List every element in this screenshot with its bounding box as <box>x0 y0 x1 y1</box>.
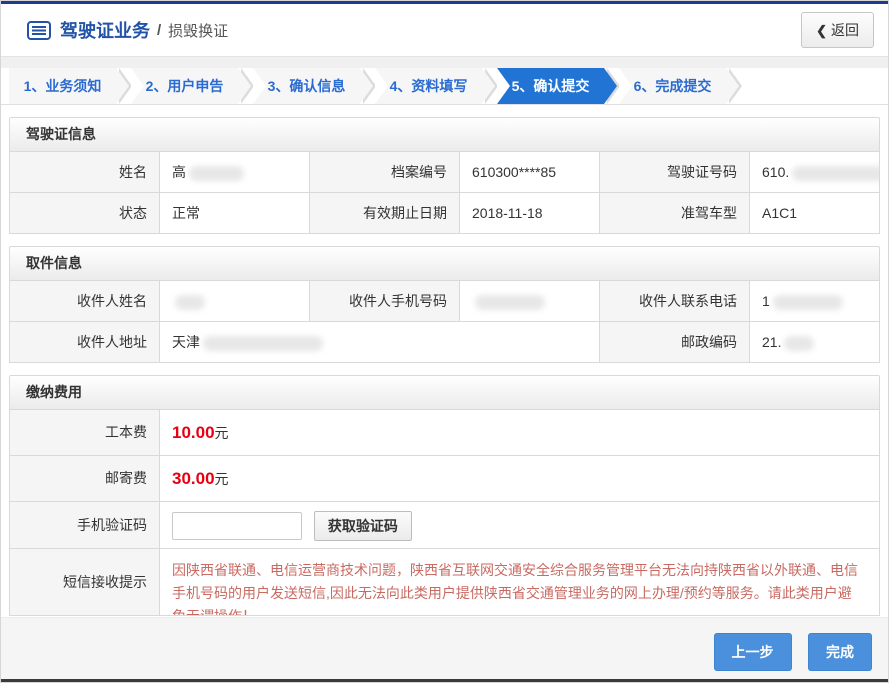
step-notch <box>253 68 266 104</box>
status-value: 正常 <box>159 193 309 233</box>
fee-amount: 30.00 <box>172 469 215 488</box>
archive-no-label: 档案编号 <box>309 152 459 192</box>
fees-table: 工本费 10.00元 邮寄费 30.00元 手机验证码 获取验证码 短信接收提示… <box>9 409 880 616</box>
redacted-blur <box>175 295 205 310</box>
header: 驾驶证业务 / 损毁换证 ❮ 返回 <box>1 4 888 56</box>
recipient-phone-label: 收件人联系电话 <box>599 281 749 321</box>
header-divider-strip <box>1 56 888 68</box>
redacted-blur <box>203 336 323 351</box>
fee-amount: 10.00 <box>172 423 215 442</box>
step-5-confirm-submit-active[interactable]: 5、确认提交 <box>497 68 604 104</box>
postcode-label: 邮政编码 <box>599 322 749 362</box>
page: 驾驶证业务 / 损毁换证 ❮ 返回 1、业务须知 2、用户申告 3、确认信息 4、… <box>0 0 889 683</box>
table-row: 收件人地址 天津 邮政编码 21. <box>10 321 879 362</box>
step-label: 4、资料填写 <box>390 78 468 94</box>
step-label: 1、业务须知 <box>24 78 102 94</box>
status-label: 状态 <box>10 193 159 233</box>
license-table: 姓名 高 档案编号 610300****85 驾驶证号码 610. 状态 正常 … <box>9 151 880 234</box>
step-label: 6、完成提交 <box>634 78 712 94</box>
production-fee-value: 10.00元 <box>159 410 879 455</box>
postage-fee-value: 30.00元 <box>159 456 879 501</box>
step-notch <box>131 68 144 104</box>
fee-unit: 元 <box>215 471 229 487</box>
postcode-value: 21. <box>749 322 879 362</box>
bottom-dark-strip <box>1 679 888 682</box>
expiry-date-label: 有效期止日期 <box>309 193 459 233</box>
pickup-section-title: 取件信息 <box>9 246 880 280</box>
sms-notice-label: 短信接收提示 <box>10 549 159 615</box>
license-no-value: 610. <box>749 152 879 192</box>
finish-button[interactable]: 完成 <box>808 633 872 671</box>
step-arrow <box>360 68 373 104</box>
get-sms-code-button[interactable]: 获取验证码 <box>314 511 412 541</box>
step-notch <box>375 68 388 104</box>
step-notch <box>497 68 510 104</box>
recipient-address-label: 收件人地址 <box>10 322 159 362</box>
step-arrow <box>726 68 739 104</box>
step-label: 2、用户申告 <box>146 78 224 94</box>
step-label: 3、确认信息 <box>268 78 346 94</box>
table-row: 姓名 高 档案编号 610300****85 驾驶证号码 610. <box>10 152 879 192</box>
table-row: 手机验证码 获取验证码 <box>10 501 879 548</box>
recipient-mobile-value <box>459 281 599 321</box>
expiry-date-value: 2018-11-18 <box>459 193 599 233</box>
recipient-mobile-label: 收件人手机号码 <box>309 281 459 321</box>
sms-notice-text: 因陕西省联通、电信运营商技术问题，陕西省互联网交通安全综合服务管理平台无法向持陕… <box>159 549 879 615</box>
step-arrow <box>116 68 129 104</box>
redacted-blur <box>189 166 244 181</box>
step-arrow <box>604 68 617 104</box>
step-3-confirm-info[interactable]: 3、确认信息 <box>253 68 360 104</box>
breadcrumb-separator: / <box>157 22 161 39</box>
footer-action-bar: 上一步 完成 <box>1 617 888 679</box>
recipient-address-value: 天津 <box>159 322 599 362</box>
table-row: 工本费 10.00元 <box>10 410 879 455</box>
license-no-label: 驾驶证号码 <box>599 152 749 192</box>
redacted-blur <box>475 295 545 310</box>
recipient-name-value <box>159 281 309 321</box>
table-row: 状态 正常 有效期止日期 2018-11-18 准驾车型 A1C1 <box>10 192 879 233</box>
recipient-phone-value: 1 <box>749 281 879 321</box>
redacted-blur <box>784 336 814 351</box>
step-arrow <box>238 68 251 104</box>
license-section-title: 驾驶证信息 <box>9 117 880 151</box>
step-arrow <box>482 68 495 104</box>
pickup-info-section: 取件信息 收件人姓名 收件人手机号码 收件人联系电话 1 收件人地址 天津 邮政… <box>9 246 880 363</box>
back-button-label: 返回 <box>831 22 859 38</box>
fees-section: 缴纳费用 工本费 10.00元 邮寄费 30.00元 手机验证码 获取验证码 短… <box>9 375 880 616</box>
name-value: 高 <box>159 152 309 192</box>
table-row: 短信接收提示 因陕西省联通、电信运营商技术问题，陕西省互联网交通安全综合服务管理… <box>10 548 879 615</box>
back-button[interactable]: ❮ 返回 <box>801 12 874 48</box>
step-4-fill-materials[interactable]: 4、资料填写 <box>375 68 482 104</box>
step-1-business-notice[interactable]: 1、业务须知 <box>9 68 116 104</box>
vehicle-class-label: 准驾车型 <box>599 193 749 233</box>
step-2-user-declaration[interactable]: 2、用户申告 <box>131 68 238 104</box>
back-chevron-icon: ❮ <box>816 23 827 38</box>
license-card-icon <box>27 21 51 40</box>
fees-section-title: 缴纳费用 <box>9 375 880 409</box>
archive-no-value: 610300****85 <box>459 152 599 192</box>
redacted-blur <box>792 166 879 181</box>
step-wizard: 1、业务须知 2、用户申告 3、确认信息 4、资料填写 5、确认提交 6、完成提… <box>1 68 888 105</box>
table-row: 邮寄费 30.00元 <box>10 455 879 501</box>
page-title: 驾驶证业务 <box>60 17 150 43</box>
license-info-section: 驾驶证信息 姓名 高 档案编号 610300****85 驾驶证号码 610. … <box>9 117 880 234</box>
step-notch <box>619 68 632 104</box>
pickup-table: 收件人姓名 收件人手机号码 收件人联系电话 1 收件人地址 天津 邮政编码 21… <box>9 280 880 363</box>
fee-unit: 元 <box>215 425 229 441</box>
previous-step-button[interactable]: 上一步 <box>714 633 792 671</box>
step-label: 5、确认提交 <box>512 78 590 94</box>
recipient-name-label: 收件人姓名 <box>10 281 159 321</box>
name-label: 姓名 <box>10 152 159 192</box>
table-row: 收件人姓名 收件人手机号码 收件人联系电话 1 <box>10 281 879 321</box>
step-6-finish-submit[interactable]: 6、完成提交 <box>619 68 726 104</box>
postage-fee-label: 邮寄费 <box>10 456 159 501</box>
production-fee-label: 工本费 <box>10 410 159 455</box>
breadcrumb-current: 损毁换证 <box>168 20 228 41</box>
sms-code-label: 手机验证码 <box>10 502 159 548</box>
sms-code-input[interactable] <box>172 512 302 540</box>
sms-code-cell: 获取验证码 <box>159 502 879 548</box>
redacted-blur <box>773 295 843 310</box>
vehicle-class-value: A1C1 <box>749 193 879 233</box>
